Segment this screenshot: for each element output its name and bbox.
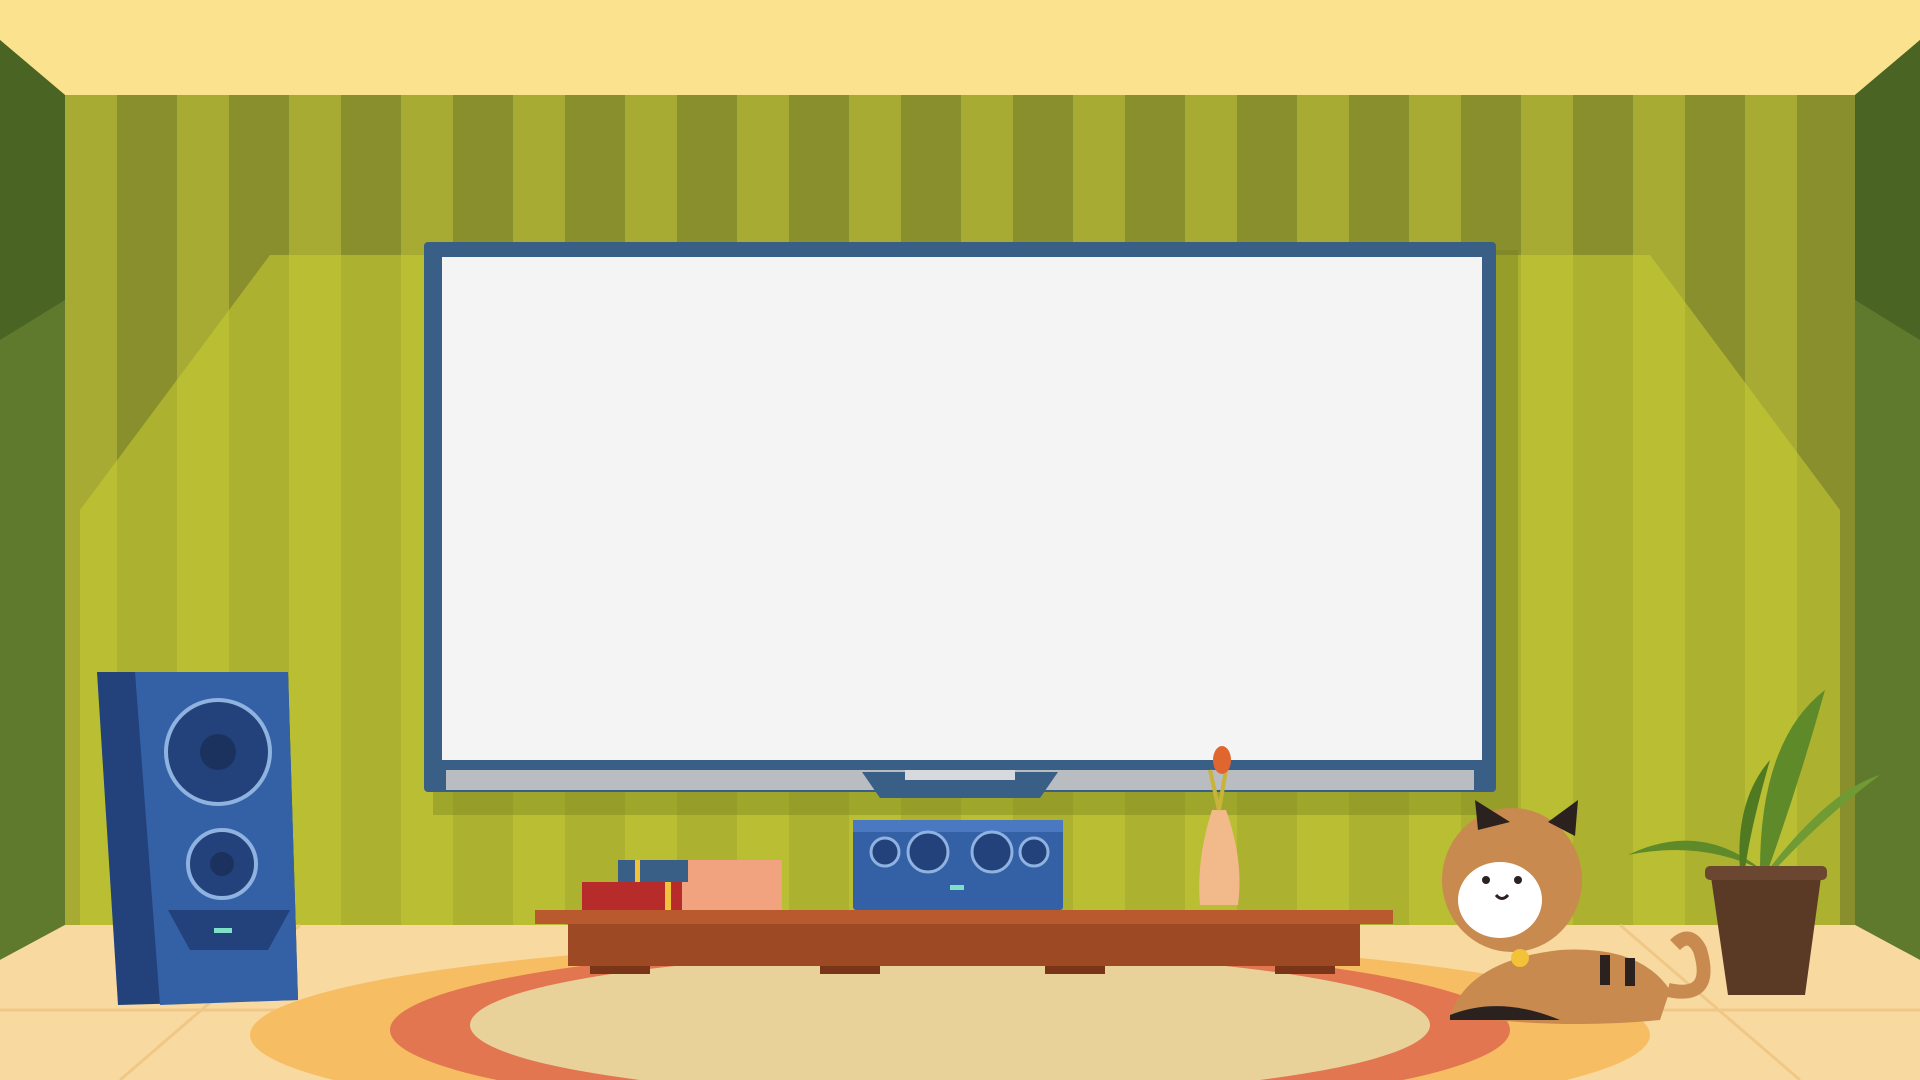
- tv-screen: [424, 242, 1518, 815]
- soundbar: [853, 820, 1063, 910]
- living-room-scene: [0, 0, 1920, 1080]
- tv-cabinet: [535, 910, 1393, 974]
- ceiling: [0, 0, 1920, 95]
- speaker: [97, 672, 298, 1005]
